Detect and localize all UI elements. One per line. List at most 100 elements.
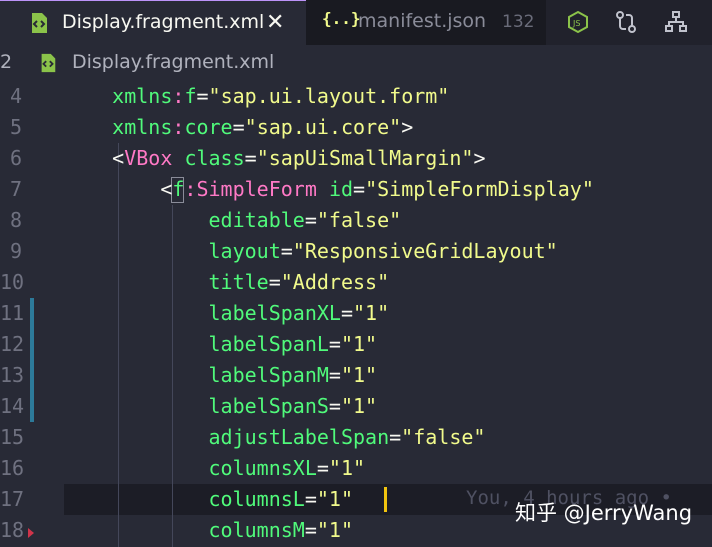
close-icon[interactable]: ✕	[266, 10, 284, 35]
line-number: 13	[0, 363, 25, 387]
code-token: "1"	[340, 332, 378, 356]
code-token: "false"	[316, 208, 402, 232]
code-line[interactable]: 9 layout="ResponsiveGridLayout"	[0, 236, 712, 267]
open-changes-icon[interactable]	[664, 10, 688, 34]
tab-bar: Display.fragment.xml ✕ {..} manifest.jso…	[0, 0, 712, 45]
breadcrumb-file[interactable]: Display.fragment.xml	[72, 51, 274, 73]
code-text: adjustLabelSpan="false"	[64, 422, 486, 453]
code-token: =	[232, 115, 245, 139]
line-number: 9	[9, 239, 22, 263]
breadcrumb: 2 Display.fragment.xml	[0, 45, 712, 81]
code-token: columnsL	[208, 487, 305, 511]
breadcrumb-prefix[interactable]: 2	[0, 51, 12, 73]
watermark: 知乎 @JerryWang	[515, 501, 693, 525]
code-token: >	[401, 115, 414, 139]
tab-label: Display.fragment.xml	[62, 11, 265, 33]
xml-file-icon	[32, 13, 47, 33]
tab-display-fragment[interactable]: Display.fragment.xml ✕	[0, 0, 306, 45]
code-token: SimpleForm	[196, 177, 317, 201]
svg-text:JS: JS	[572, 19, 580, 28]
compare-changes-icon[interactable]	[614, 10, 638, 34]
line-number: 12	[0, 332, 25, 356]
line-number: 7	[9, 177, 22, 201]
code-line[interactable]: 15 adjustLabelSpan="false"	[0, 422, 712, 453]
code-token: "1"	[353, 301, 390, 325]
editor-actions: JS	[552, 0, 712, 45]
code-token: =	[244, 146, 257, 170]
code-line[interactable]: 12 labelSpanL="1"	[0, 329, 712, 360]
code-line[interactable]: 10 title="Address"	[0, 267, 712, 298]
code-token: =	[304, 518, 317, 542]
code-line[interactable]: 14 labelSpanS="1"	[0, 391, 712, 422]
code-line[interactable]: 16 columnsXL="1"	[0, 453, 712, 484]
code-line[interactable]: 6 <VBox class="sapUiSmallMargin">	[0, 143, 712, 174]
code-text: labelSpanL="1"	[64, 329, 378, 360]
code-text: labelSpanXL="1"	[64, 298, 390, 329]
code-token: :	[172, 115, 185, 139]
code-line[interactable]: 8 editable="false"	[0, 205, 712, 236]
code-line[interactable]: 11 labelSpanXL="1"	[0, 298, 712, 329]
code-token: "SimpleFormDisplay"	[365, 177, 594, 201]
code-text: <f:SimpleForm id="SimpleFormDisplay"	[64, 174, 594, 205]
code-line[interactable]: 7 <f:SimpleForm id="SimpleFormDisplay"	[0, 174, 712, 205]
code-line[interactable]: 5 xmlns:core="sap.ui.core">	[0, 112, 712, 143]
code-token: =	[389, 425, 402, 449]
code-text: editable="false"	[64, 205, 402, 236]
code-token: xmlns	[112, 115, 173, 139]
code-token: :	[172, 84, 185, 108]
code-token: core	[184, 115, 233, 139]
code-line[interactable]: 4 xmlns:f="sap.ui.layout.form"	[0, 81, 712, 112]
line-number: 6	[9, 146, 22, 170]
code-token: =	[304, 487, 317, 511]
code-text: xmlns:core="sap.ui.core">	[64, 112, 413, 143]
code-token: =	[316, 456, 329, 480]
code-token: "1"	[340, 363, 378, 387]
code-token: f	[172, 177, 185, 201]
line-number: 8	[9, 208, 22, 232]
code-line[interactable]: 13 labelSpanM="1"	[0, 360, 712, 391]
code-text: title="Address"	[64, 267, 390, 298]
line-number: 14	[0, 394, 25, 418]
line-number: 18	[0, 518, 25, 542]
line-number: 5	[9, 115, 22, 139]
code-token: <	[160, 177, 173, 201]
code-token: =	[304, 208, 317, 232]
code-token: "false"	[401, 425, 486, 449]
code-token: id	[328, 177, 354, 201]
json-file-icon: {..}	[322, 9, 361, 28]
code-token: :	[184, 177, 197, 201]
code-token: >	[473, 146, 486, 170]
code-text: <VBox class="sapUiSmallMargin">	[64, 143, 486, 174]
tab-label: manifest.json	[358, 10, 487, 32]
code-token: adjustLabelSpan	[208, 425, 390, 449]
problem-count-badge: 132	[502, 12, 535, 32]
line-number: 16	[0, 456, 25, 480]
code-token: labelSpanXL	[208, 301, 341, 325]
code-token: =	[268, 270, 281, 294]
code-token: =	[196, 84, 209, 108]
code-text: columnsXL="1"	[64, 453, 366, 484]
line-number: 17	[0, 487, 25, 511]
code-text: columnsM="1"	[64, 515, 354, 546]
code-token: labelSpanS	[208, 394, 329, 418]
code-text: labelSpanS="1"	[64, 391, 378, 422]
text-cursor	[384, 487, 387, 512]
code-token: labelSpanM	[208, 363, 329, 387]
code-token: title	[208, 270, 269, 294]
code-text: layout="ResponsiveGridLayout"	[64, 236, 558, 267]
node-js-icon[interactable]: JS	[566, 10, 590, 34]
line-number: 10	[0, 270, 25, 294]
line-number: 15	[0, 425, 25, 449]
code-token: layout	[208, 239, 281, 263]
code-token: "1"	[328, 456, 366, 480]
code-token: "Address"	[280, 270, 390, 294]
tab-manifest-json[interactable]: {..} manifest.json 132	[306, 0, 546, 45]
code-token: class	[184, 146, 245, 170]
code-token: columnsM	[208, 518, 305, 542]
code-token: f	[184, 84, 197, 108]
code-token: "sapUiSmallMargin"	[256, 146, 474, 170]
code-editor[interactable]: 4 xmlns:f="sap.ui.layout.form" 5 xmlns:co…	[0, 81, 712, 547]
code-token: =	[328, 332, 341, 356]
